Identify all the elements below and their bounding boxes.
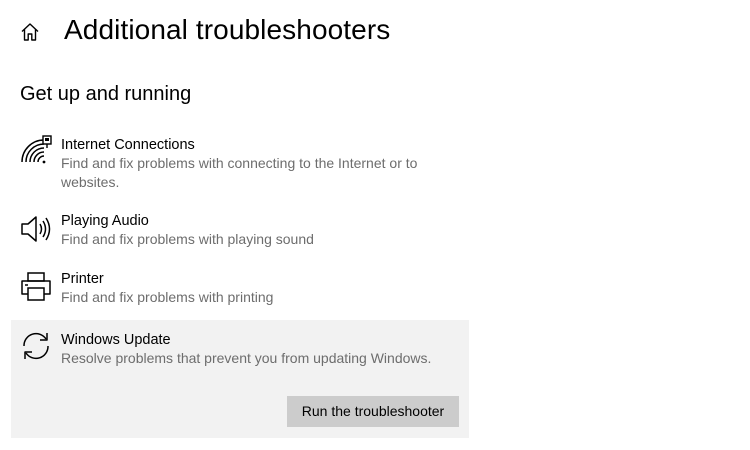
troubleshooter-name: Windows Update — [61, 332, 171, 348]
printer-icon — [21, 272, 51, 301]
troubleshooter-item-internet-connections[interactable]: Internet Connections Find and fix proble… — [11, 128, 469, 206]
troubleshooter-description: Find and fix problems with printing — [61, 289, 274, 305]
troubleshooter-item-windows-update[interactable]: Windows Update Resolve problems that pre… — [11, 320, 469, 438]
troubleshooter-item-printer[interactable]: Printer Find and fix problems with print… — [11, 264, 469, 320]
page-header: Additional troubleshooters — [0, 0, 750, 62]
sync-icon — [23, 332, 49, 360]
troubleshooter-description: Find and fix problems with connecting to… — [61, 155, 418, 190]
wifi-ethernet-icon — [21, 135, 52, 164]
home-icon — [21, 23, 39, 41]
troubleshooter-name: Printer — [61, 271, 104, 287]
troubleshooter-item-playing-audio[interactable]: Playing Audio Find and fix problems with… — [11, 206, 469, 264]
run-troubleshooter-button[interactable]: Run the troubleshooter — [287, 396, 459, 427]
section-title: Get up and running — [20, 83, 192, 105]
settings-page: Additional troubleshooters Get up and ru… — [0, 0, 750, 450]
troubleshooter-description: Find and fix problems with playing sound — [61, 231, 314, 247]
home-button[interactable] — [16, 19, 44, 45]
troubleshooter-description: Resolve problems that prevent you from u… — [61, 350, 432, 366]
troubleshooter-name: Playing Audio — [61, 213, 149, 229]
troubleshooter-list: Internet Connections Find and fix proble… — [11, 128, 469, 438]
page-title: Additional troubleshooters — [64, 14, 391, 45]
troubleshooter-name: Internet Connections — [61, 137, 195, 153]
speaker-icon — [21, 216, 51, 242]
